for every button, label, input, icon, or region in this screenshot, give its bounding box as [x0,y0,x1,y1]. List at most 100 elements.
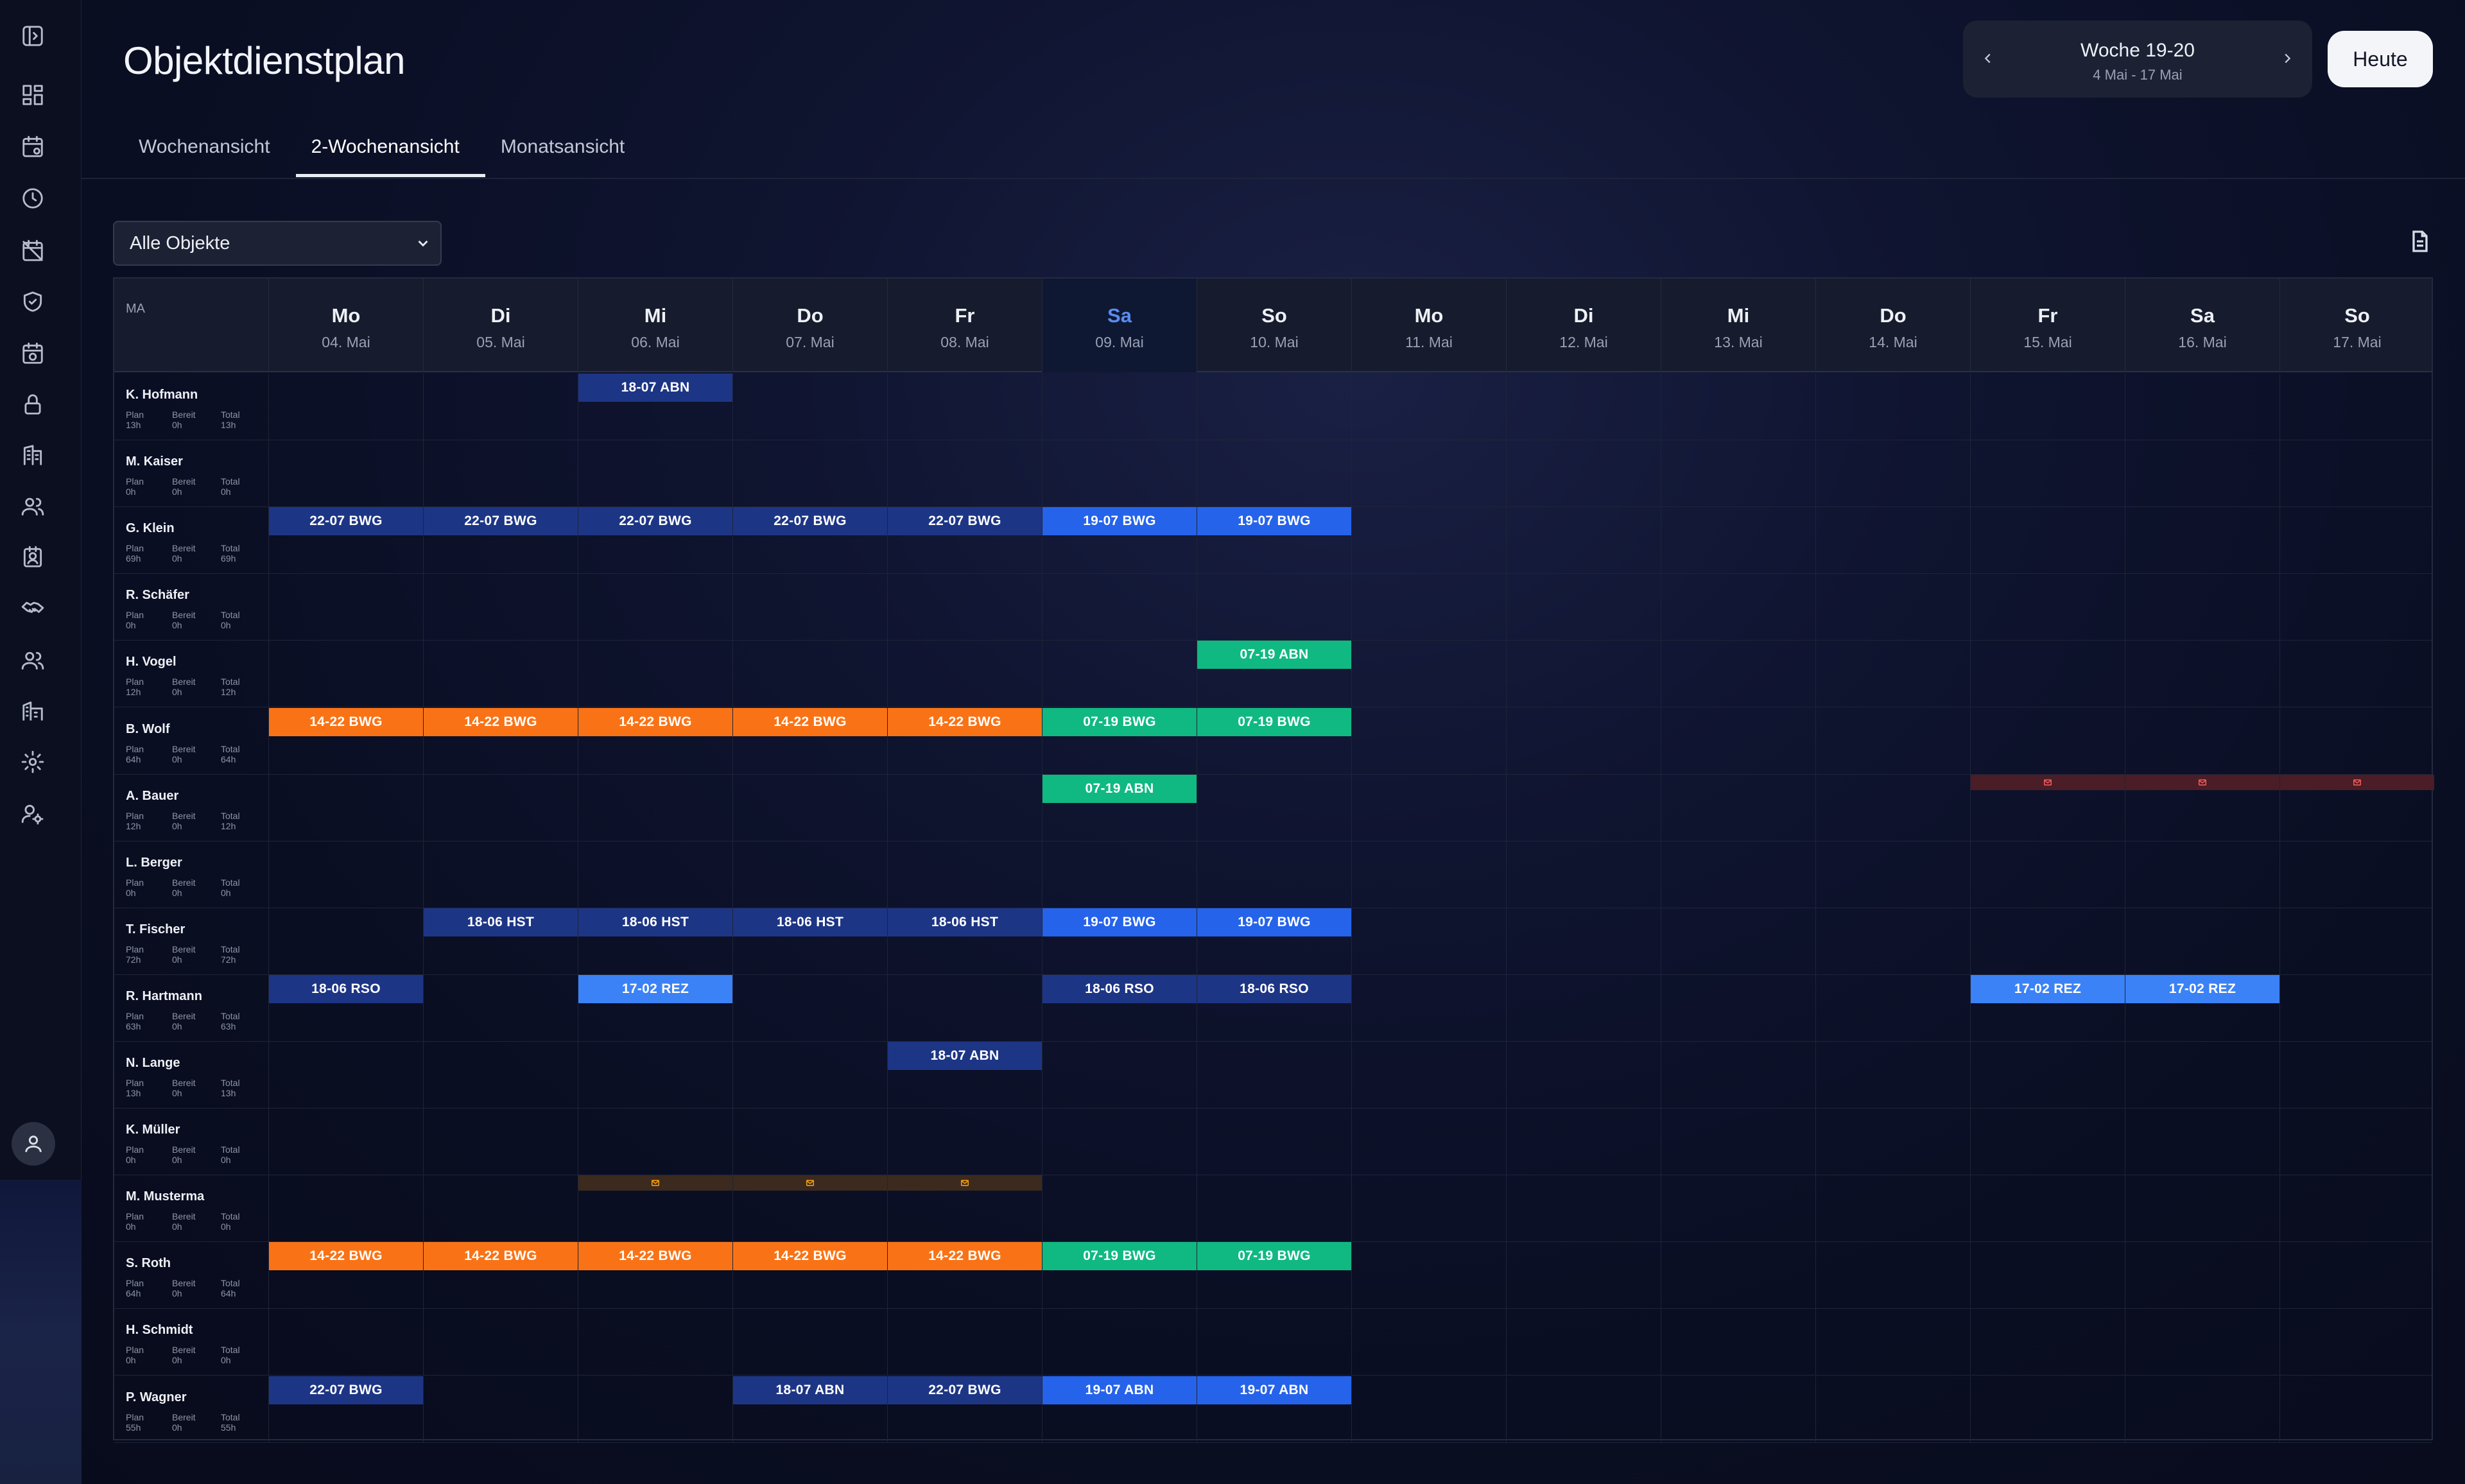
shift-block[interactable]: 14-22 BWG [888,1242,1042,1270]
schedule-cell[interactable]: 07-19 ABN [1197,641,1351,707]
schedule-cell[interactable] [1815,507,1970,574]
schedule-cell[interactable] [578,1109,732,1175]
schedule-cell[interactable] [2279,374,2434,440]
schedule-cell[interactable] [1351,908,1506,975]
schedule-cell[interactable] [1661,908,1815,975]
schedule-cell[interactable] [1661,775,1815,841]
schedule-cell[interactable] [578,1309,732,1376]
schedule-cell[interactable] [1351,1175,1506,1242]
schedule-cell[interactable]: 14-22 BWG [732,708,887,775]
schedule-cell[interactable] [1661,641,1815,707]
schedule-cell[interactable]: 14-22 BWG [423,708,578,775]
schedule-cell[interactable] [1815,440,1970,507]
schedule-cell[interactable]: 18-06 HST [578,908,732,975]
schedule-cell[interactable] [2279,908,2434,975]
schedule-cell[interactable]: 18-06 RSO [268,975,423,1042]
schedule-cell[interactable] [1042,1175,1197,1242]
schedule-cell[interactable] [1815,574,1970,641]
shift-block[interactable]: 07-19 ABN [1042,775,1197,803]
schedule-cell[interactable]: 22-07 BWG [578,507,732,574]
absence-marker[interactable] [578,1175,732,1191]
schedule-cell[interactable] [732,574,887,641]
shift-block[interactable]: 18-06 HST [888,908,1042,936]
employee-cell[interactable]: T. Fischer Plan Bereit Total 72h 0h 72h [114,908,268,975]
schedule-cell[interactable] [887,1309,1042,1376]
shift-block[interactable]: 14-22 BWG [578,708,732,736]
schedule-cell[interactable]: 18-06 HST [887,908,1042,975]
employee-cell[interactable]: P. Wagner Plan Bereit Total 55h 0h 55h [114,1376,268,1443]
schedule-cell[interactable]: 17-02 REZ [1970,975,2125,1042]
sidebar-item-dashboard[interactable] [19,82,46,108]
schedule-cell[interactable] [423,1175,578,1242]
schedule-cell[interactable] [2279,975,2434,1042]
schedule-cell[interactable] [268,1042,423,1109]
absence-marker[interactable] [2280,775,2434,790]
schedule-cell[interactable] [268,374,423,440]
schedule-cell[interactable] [887,574,1042,641]
schedule-cell[interactable] [887,1109,1042,1175]
schedule-cell[interactable]: 18-07 ABN [887,1042,1042,1109]
schedule-cell[interactable] [1815,1242,1970,1309]
schedule-cell[interactable] [1661,841,1815,908]
schedule-cell[interactable] [2125,1042,2279,1109]
schedule-cell[interactable] [423,775,578,841]
schedule-cell[interactable]: 19-07 ABN [1197,1376,1351,1443]
schedule-cell[interactable] [578,841,732,908]
tab-monatsansicht[interactable]: Monatsansicht [485,128,650,178]
schedule-cell[interactable] [1970,1376,2125,1443]
shift-block[interactable]: 07-19 BWG [1042,1242,1197,1270]
shift-block[interactable]: 18-06 HST [578,908,732,936]
schedule-cell[interactable]: 14-22 BWG [268,1242,423,1309]
schedule-cell[interactable] [2279,1376,2434,1443]
schedule-cell[interactable] [2125,1376,2279,1443]
employee-cell[interactable]: S. Roth Plan Bereit Total 64h 0h 64h [114,1242,268,1309]
shift-block[interactable]: 22-07 BWG [578,507,732,535]
schedule-cell[interactable] [268,841,423,908]
schedule-cell[interactable] [732,841,887,908]
absence-marker[interactable] [1971,775,2125,790]
schedule-cell[interactable] [1815,641,1970,707]
schedule-cell[interactable] [732,975,887,1042]
schedule-cell[interactable] [1351,1309,1506,1376]
schedule-cell[interactable] [2279,1109,2434,1175]
schedule-cell[interactable] [887,440,1042,507]
schedule-cell[interactable] [1970,1109,2125,1175]
schedule-cell[interactable] [2279,440,2434,507]
schedule-cell[interactable]: 22-07 BWG [423,507,578,574]
employee-cell[interactable]: L. Berger Plan Bereit Total 0h 0h 0h [114,841,268,908]
schedule-cell[interactable] [1197,1175,1351,1242]
schedule-cell[interactable] [268,908,423,975]
export-document-button[interactable] [2407,229,2434,255]
shift-block[interactable]: 22-07 BWG [424,507,578,535]
schedule-cell[interactable] [887,775,1042,841]
schedule-cell[interactable] [1815,1309,1970,1376]
schedule-cell[interactable]: 19-07 BWG [1042,507,1197,574]
schedule-cell[interactable] [1661,1109,1815,1175]
schedule-cell[interactable] [732,440,887,507]
schedule-cell[interactable] [887,641,1042,707]
schedule-cell[interactable] [732,1309,887,1376]
shift-block[interactable]: 19-07 BWG [1042,908,1197,936]
schedule-cell[interactable] [2279,574,2434,641]
schedule-cell[interactable] [2125,440,2279,507]
schedule-cell[interactable] [1661,975,1815,1042]
schedule-cell[interactable] [1815,1175,1970,1242]
schedule-cell[interactable] [1506,1109,1661,1175]
schedule-cell[interactable] [423,841,578,908]
schedule-cell[interactable] [1661,574,1815,641]
schedule-cell[interactable] [268,641,423,707]
shift-block[interactable]: 07-19 BWG [1042,708,1197,736]
schedule-cell[interactable] [1506,1242,1661,1309]
schedule-cell[interactable] [1197,574,1351,641]
schedule-cell[interactable] [423,1109,578,1175]
schedule-cell[interactable] [1506,841,1661,908]
schedule-cell[interactable] [1197,1042,1351,1109]
schedule-cell[interactable] [2125,1109,2279,1175]
employee-cell[interactable]: G. Klein Plan Bereit Total 69h 0h 69h [114,507,268,574]
employee-cell[interactable]: R. Schäfer Plan Bereit Total 0h 0h 0h [114,574,268,641]
schedule-cell[interactable] [578,1042,732,1109]
sidebar-item-building[interactable] [19,442,46,469]
schedule-cell[interactable]: 18-06 HST [732,908,887,975]
schedule-cell[interactable] [1351,975,1506,1042]
schedule-cell[interactable] [1351,574,1506,641]
